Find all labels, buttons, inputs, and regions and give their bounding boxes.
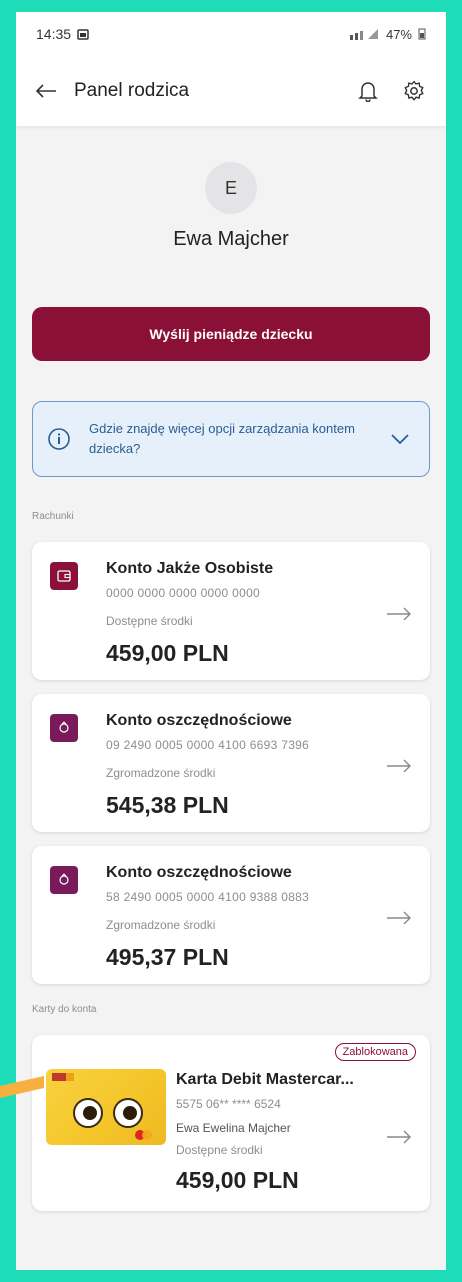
account-tile (50, 866, 78, 894)
account-balance: 495,37 PLN (106, 944, 229, 970)
calendar-notification-icon (77, 29, 89, 40)
account-name: Konto oszczędnościowe (106, 712, 292, 729)
card-image (46, 1069, 166, 1145)
account-tile (50, 562, 78, 590)
account-balance: 459,00 PLN (106, 640, 229, 666)
card-holder: Ewa Ewelina Majcher (176, 1121, 291, 1135)
debit-card-tile[interactable]: Zablokowana Karta Debit Mastercar... 557… (32, 1035, 430, 1211)
bell-icon (358, 82, 378, 102)
page-title: Panel rodzica (74, 80, 190, 101)
balance-label: Dostępne środki (176, 1143, 263, 1157)
pointer-arrow-decoration (0, 1076, 44, 1098)
account-number: 09 2490 0005 0000 4100 6693 7396 (106, 738, 310, 752)
battery-icon (418, 28, 426, 40)
arrow-right-icon (387, 759, 411, 773)
balance-label: Zgromadzone środki (106, 766, 216, 780)
send-money-button[interactable]: Wyślij pieniądze dziecku (32, 307, 430, 361)
account-tile (50, 714, 78, 742)
balance-label: Zgromadzone środki (106, 918, 216, 932)
section-label-accounts: Rachunki (32, 511, 74, 522)
account-name: Konto Jakże Osobiste (106, 560, 274, 577)
wallet-icon (57, 570, 71, 582)
account-card[interactable]: Konto oszczędnościowe 09 2490 0005 0000 … (32, 694, 430, 832)
arrow-right-icon (387, 1130, 411, 1144)
account-number: 0000 0000 0000 0000 0000 (106, 586, 261, 600)
battery-percent: 47% (385, 26, 412, 42)
account-card[interactable]: Konto oszczędnościowe 58 2490 0005 0000 … (32, 846, 430, 984)
top-app-bar: Panel rodzica (16, 56, 446, 126)
back-button[interactable] (32, 77, 60, 105)
back-arrow-icon (35, 84, 56, 98)
info-icon (48, 428, 70, 450)
card-name: Karta Debit Mastercar... (176, 1071, 354, 1088)
info-banner-text: Gdzie znajdę więcej opcji zarządzania ko… (89, 420, 355, 456)
card-illustration (52, 1073, 152, 1140)
account-number: 58 2490 0005 0000 4100 9388 0883 (106, 890, 310, 904)
settings-button[interactable] (398, 75, 430, 107)
section-label-cards: Karty do konta (32, 1004, 97, 1015)
arrow-right-icon (387, 607, 411, 621)
notifications-button[interactable] (352, 75, 384, 107)
phone-screen: 14:35 47% Panel rodzica E Ewa Majcher Wy… (16, 12, 446, 1270)
card-number: 5575 06** **** 6524 (176, 1097, 281, 1111)
account-name: Konto oszczędnościowe (106, 864, 292, 881)
gear-icon (404, 80, 424, 101)
child-profile: E Ewa Majcher (16, 126, 446, 251)
info-banner[interactable]: Gdzie znajdę więcej opcji zarządzania ko… (32, 401, 430, 477)
avatar: E (205, 162, 257, 214)
status-bar: 14:35 47% (16, 12, 446, 56)
chevron-down-icon[interactable] (389, 428, 411, 450)
status-badge: Zablokowana (334, 1043, 416, 1061)
piggy-bank-icon (59, 873, 69, 885)
status-time: 14:35 (36, 26, 72, 42)
signal-icon (349, 29, 378, 40)
card-balance: 459,00 PLN (176, 1167, 299, 1193)
balance-label: Dostępne środki (106, 614, 193, 628)
arrow-right-icon (387, 911, 411, 925)
piggy-bank-icon (59, 721, 69, 733)
account-card[interactable]: Konto Jakże Osobiste 0000 0000 0000 0000… (32, 542, 430, 680)
child-name: Ewa Majcher (173, 228, 289, 250)
account-balance: 545,38 PLN (106, 792, 229, 818)
